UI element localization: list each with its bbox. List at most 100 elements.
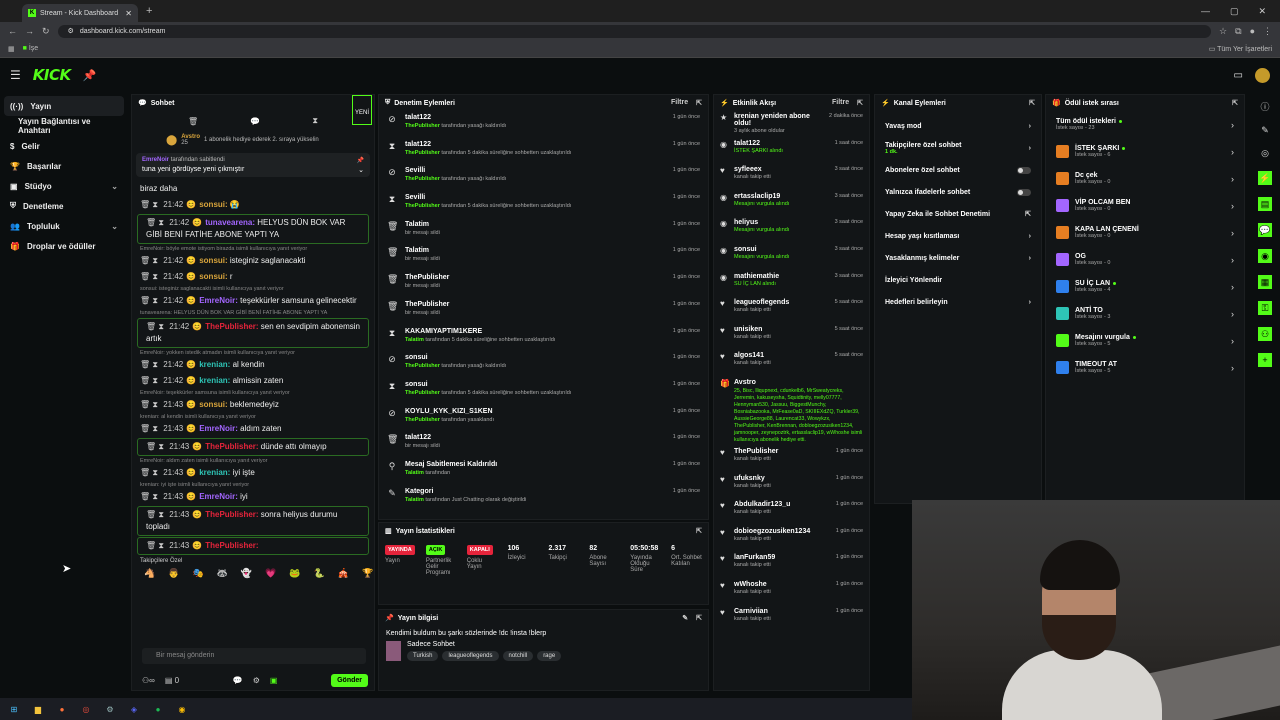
extensions-icon[interactable]: ⧉ <box>1235 26 1241 37</box>
sidebar-item-gelir[interactable]: $ Gelir <box>0 136 128 156</box>
mod-tools-icon[interactable]: 🗑 ⧗ <box>146 218 166 227</box>
url-field[interactable]: ⚙ dashboard.kick.com/stream <box>57 24 1212 38</box>
hamburger-menu-icon[interactable]: ☰ <box>10 68 21 82</box>
settings-icon[interactable]: ⚙ <box>253 676 260 685</box>
channel-action[interactable]: Yavaş mod › <box>875 115 1041 137</box>
profile-icon[interactable]: ● <box>1250 26 1255 36</box>
toggle-switch[interactable] <box>1017 188 1031 196</box>
hourglass-icon[interactable]: ⧗ <box>312 116 318 126</box>
chat-username[interactable]: tunavearena: <box>205 218 255 227</box>
chat-username[interactable]: ThePublisher: <box>205 442 258 451</box>
chat-username[interactable]: sonsui: <box>199 256 227 265</box>
popout-icon[interactable]: ⇱ <box>696 614 702 622</box>
windows-start-icon[interactable]: ⊞ <box>8 703 20 715</box>
sidebar-item-denetleme[interactable]: ⛨ Denetleme <box>0 196 128 216</box>
close-window-button[interactable]: ✕ <box>1258 6 1266 17</box>
target-icon[interactable]: ◎ <box>1261 148 1269 159</box>
chat-bubble-icon[interactable]: 💬 <box>250 117 260 126</box>
layout-icon[interactable]: ▭ <box>1234 70 1243 81</box>
reward-row[interactable]: Dc çek İstek sayısı - 0 › <box>1046 165 1244 192</box>
mod-tools-icon[interactable]: 🗑 ⧗ <box>140 256 160 265</box>
reward-count[interactable]: ▤ 0 <box>165 676 179 685</box>
browser-tab[interactable]: K Stream - Kick Dashboard ✕ <box>22 4 138 22</box>
spotify-icon[interactable]: ● <box>152 703 164 715</box>
channel-action[interactable]: Yasaklanmış kelimeler › <box>875 247 1041 269</box>
all-rewards-row[interactable]: Tüm ödül istekleri İstek sayısı - 23 › <box>1046 111 1244 138</box>
emote-icon[interactable]: 🏆 <box>362 568 373 579</box>
sidebar-item-stream-key[interactable]: Yayın Bağlantısı ve Anahtarı <box>0 116 128 136</box>
event-actor[interactable]: ThePublisher <box>405 176 440 182</box>
mod-tools-icon[interactable]: 🗑 ⧗ <box>140 492 160 501</box>
emote-icon[interactable]: 🐍 <box>314 568 325 579</box>
mod-tools-icon[interactable]: 🗑 ⧗ <box>140 360 160 369</box>
mod-tools-icon[interactable]: 🗑 ⧗ <box>140 468 160 477</box>
back-icon[interactable]: ← <box>8 26 17 36</box>
event-actor[interactable]: Talatim <box>405 337 424 343</box>
chat-username[interactable]: sonsui: <box>199 272 227 281</box>
pencil-icon[interactable]: ✎ <box>1261 125 1269 136</box>
chat-username[interactable]: EmreNoir: <box>199 424 238 433</box>
event-actor[interactable]: ThePublisher <box>405 390 440 396</box>
channel-action[interactable]: Takipçilere özel sohbet 1 dk. › <box>875 137 1041 159</box>
firefox-icon[interactable]: ● <box>56 703 68 715</box>
minimize-button[interactable]: — <box>1201 6 1210 17</box>
channel-action[interactable]: Yapay Zeka ile Sohbet Denetimi ⇱ <box>875 203 1041 225</box>
user-avatar[interactable] <box>1255 67 1270 83</box>
send-button[interactable]: Gönder <box>331 673 368 687</box>
reward-row[interactable]: VİP OLCAM BEN İstek sayısı - 0 › <box>1046 192 1244 219</box>
chevron-down-icon[interactable]: ⌄ <box>358 166 364 174</box>
popout-icon[interactable]: ⇱ <box>857 99 863 107</box>
emote-icon[interactable]: 🦝 <box>217 568 228 579</box>
channel-action[interactable]: Abonelere özel sohbet <box>875 159 1041 181</box>
sidebar-item-droplar[interactable]: 🎁 Droplar ve ödüller <box>0 236 128 256</box>
chat-username[interactable]: ThePublisher: <box>205 541 258 550</box>
tab-close-icon[interactable]: ✕ <box>125 9 132 18</box>
new-messages-button[interactable]: YENİ <box>352 95 372 125</box>
clipboard-icon[interactable]: ▤ <box>1258 197 1272 211</box>
chat-username[interactable]: EmreNoir: <box>199 296 238 305</box>
site-info-icon[interactable]: ⚙ <box>68 27 74 35</box>
mod-tools-icon[interactable]: 🗑 ⧗ <box>146 541 166 550</box>
tag-chip[interactable]: Turkish <box>407 651 439 661</box>
emote-icon[interactable]: 🎭 <box>192 568 203 579</box>
sidebar-item-yayin[interactable]: ((·)) Yayın <box>4 96 124 116</box>
emote-icon[interactable]: 💗 <box>265 568 276 579</box>
toggle-switch[interactable] <box>1017 166 1031 174</box>
event-actor[interactable]: Talatim <box>405 470 424 476</box>
maximize-button[interactable]: ▢ <box>1230 6 1239 17</box>
bolt-icon[interactable]: ⚡ <box>1258 171 1272 185</box>
mod-tools-icon[interactable]: 🗑 ⧗ <box>140 200 160 209</box>
broadcast-icon[interactable]: ◉ <box>1258 249 1272 263</box>
mod-tools-icon[interactable]: 🗑 ⧗ <box>140 400 160 409</box>
sidebar-item-studyo[interactable]: ▣ Stüdyo ⌄ <box>0 176 128 196</box>
key-icon[interactable]: ⚿ <box>1258 301 1272 315</box>
tag-chip[interactable]: rage <box>537 651 562 661</box>
event-actor[interactable]: ThePublisher <box>405 363 440 369</box>
popout-icon[interactable]: ⇱ <box>1029 99 1035 107</box>
reward-row[interactable]: OG İstek sayısı - 0 › <box>1046 246 1244 273</box>
reload-icon[interactable]: ↻ <box>42 26 50 37</box>
chat-username[interactable]: ThePublisher: <box>205 510 258 519</box>
all-bookmarks[interactable]: ▭ Tüm Yer İşaretleri <box>1209 45 1272 53</box>
event-actor[interactable]: ThePublisher <box>405 203 440 209</box>
channel-action[interactable]: Hedefleri belirleyin › <box>875 291 1041 313</box>
app-icon[interactable]: ◎ <box>80 703 92 715</box>
mod-tools-icon[interactable]: 🗑 ⧗ <box>140 296 160 305</box>
kick-logo[interactable]: KICK <box>33 66 71 84</box>
reward-row[interactable]: KAPA LAN ÇENENİ İstek sayısı - 0 › <box>1046 219 1244 246</box>
chrome-icon[interactable]: ◉ <box>176 703 188 715</box>
calendar-icon[interactable]: ▦ <box>1258 275 1272 289</box>
chat-username[interactable]: krenian: <box>199 360 230 369</box>
popout-icon[interactable]: ⇱ <box>1232 99 1238 107</box>
sidebar-item-topluluk[interactable]: 👥 Topluluk ⌄ <box>0 216 128 236</box>
chat-username[interactable]: sonsui: <box>199 200 227 209</box>
file-explorer-icon[interactable]: ▆ <box>32 703 44 715</box>
bookmark-item[interactable]: ■ İşe <box>23 45 39 52</box>
mod-tools-icon[interactable]: 🗑 ⧗ <box>140 424 160 433</box>
mod-tools-icon[interactable]: 🗑 ⧗ <box>140 272 160 281</box>
chat-icon[interactable]: 💬 <box>1258 223 1272 237</box>
emote-icon[interactable]: 🎪 <box>338 568 349 579</box>
reward-row[interactable]: ANTİ TO İstek sayısı - 3 › <box>1046 300 1244 327</box>
sidebar-item-basarilar[interactable]: 🏆 Başarılar <box>0 156 128 176</box>
chat-username[interactable]: ThePublisher: <box>205 322 258 331</box>
